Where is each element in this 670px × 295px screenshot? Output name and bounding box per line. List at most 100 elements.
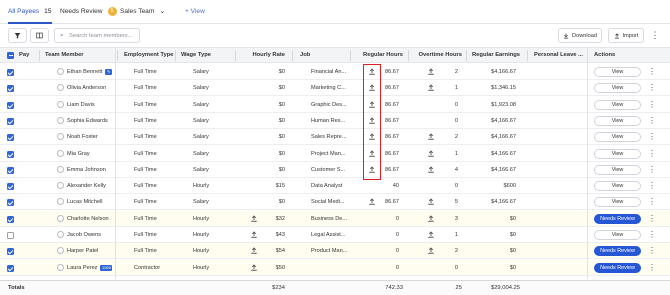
view-button[interactable]: View: [594, 132, 641, 142]
tab-all-payees[interactable]: All Payees 15: [8, 0, 52, 24]
col-personal-leave[interactable]: Personal Leave ...: [534, 48, 583, 63]
hourly-rate-cell[interactable]: $0: [236, 80, 285, 96]
more-vertical-icon[interactable]: ⋮: [648, 162, 656, 178]
download-button[interactable]: Download: [558, 28, 602, 43]
more-vertical-icon[interactable]: ⋮: [648, 146, 656, 162]
col-employment-type[interactable]: Employment Type: [124, 48, 174, 63]
more-vertical-icon[interactable]: ⋮: [648, 97, 656, 113]
team-member-name[interactable]: Alexander Kelly: [67, 178, 106, 194]
pay-checkbox[interactable]: [7, 248, 14, 255]
overtime-hours-cell[interactable]: 0: [410, 113, 458, 129]
col-pay[interactable]: Pay: [19, 48, 29, 63]
col-hourly-rate[interactable]: Hourly Rate: [236, 48, 285, 63]
overtime-hours-cell[interactable]: 1: [410, 80, 458, 96]
filter-button[interactable]: [8, 28, 27, 43]
pay-checkbox[interactable]: [7, 216, 14, 223]
needs-review-button[interactable]: Needs Review: [594, 263, 641, 273]
tab-needs-review[interactable]: Needs Review 5: [60, 0, 117, 24]
more-vertical-icon[interactable]: ⋮: [648, 113, 656, 129]
more-vertical-icon[interactable]: ⋮: [648, 28, 662, 43]
view-button[interactable]: View: [594, 100, 641, 110]
hourly-rate-cell[interactable]: $0: [236, 97, 285, 113]
more-vertical-icon[interactable]: ⋮: [648, 211, 656, 227]
col-wage-type[interactable]: Wage Type: [181, 48, 211, 63]
regular-hours-cell[interactable]: 40: [352, 178, 399, 194]
select-all-checkbox[interactable]: [7, 52, 14, 59]
pay-checkbox[interactable]: [7, 69, 14, 76]
pay-checkbox[interactable]: [7, 199, 14, 206]
overtime-hours-cell[interactable]: 0: [410, 178, 458, 194]
team-member-name[interactable]: Charlotte Nelson: [67, 211, 109, 227]
team-member-name[interactable]: Jacob Owens: [67, 227, 101, 243]
regular-hours-cell[interactable]: 0: [352, 243, 399, 259]
col-job[interactable]: Job: [300, 48, 310, 63]
view-button[interactable]: View: [594, 116, 641, 126]
view-button[interactable]: View: [594, 230, 641, 240]
needs-review-button[interactable]: Needs Review: [594, 246, 641, 256]
regular-hours-cell[interactable]: 0: [352, 211, 399, 227]
add-view-tab[interactable]: + View: [185, 0, 205, 24]
view-button[interactable]: View: [594, 83, 641, 93]
more-vertical-icon[interactable]: ⋮: [648, 80, 656, 96]
hourly-rate-cell[interactable]: $32: [236, 211, 285, 227]
more-vertical-icon[interactable]: ⋮: [648, 129, 656, 145]
col-team-member[interactable]: Team Member: [45, 48, 84, 63]
hourly-rate-cell[interactable]: $50: [236, 260, 285, 276]
overtime-hours-cell[interactable]: 2: [410, 129, 458, 145]
pay-checkbox[interactable]: [7, 85, 14, 92]
pay-checkbox[interactable]: [7, 167, 14, 174]
overtime-hours-cell[interactable]: 2: [410, 64, 458, 80]
overtime-hours-cell[interactable]: 0: [410, 260, 458, 276]
team-member-name[interactable]: Mia Gray: [67, 146, 90, 162]
team-member-name[interactable]: Liam Davis: [67, 97, 95, 113]
col-regular-hours[interactable]: Regular Hours: [352, 48, 403, 63]
overtime-hours-cell[interactable]: 1: [410, 146, 458, 162]
regular-hours-cell[interactable]: 86.67: [352, 194, 399, 210]
team-member-name[interactable]: Emma Johnson: [67, 162, 106, 178]
hourly-rate-cell[interactable]: $0: [236, 162, 285, 178]
pay-checkbox[interactable]: [7, 183, 14, 190]
team-member-name[interactable]: Olivia Anderson: [67, 80, 106, 96]
regular-hours-cell[interactable]: 0: [352, 260, 399, 276]
search-input[interactable]: [69, 30, 139, 41]
columns-button[interactable]: [30, 28, 49, 43]
team-member-name[interactable]: Lucas Mitchell: [67, 194, 102, 210]
hourly-rate-cell[interactable]: $54: [236, 243, 285, 259]
hourly-rate-cell[interactable]: $0: [236, 129, 285, 145]
team-member-name[interactable]: Ethan Bennett ✎: [67, 64, 112, 80]
view-button[interactable]: View: [594, 165, 641, 175]
pay-checkbox[interactable]: [7, 151, 14, 158]
needs-review-button[interactable]: Needs Review: [594, 214, 641, 224]
overtime-hours-cell[interactable]: 0: [410, 97, 458, 113]
hourly-rate-cell[interactable]: $15: [236, 178, 285, 194]
hourly-rate-cell[interactable]: $43: [236, 227, 285, 243]
team-member-name[interactable]: Noah Foster: [67, 129, 98, 145]
overtime-hours-cell[interactable]: 1: [410, 227, 458, 243]
hourly-rate-cell[interactable]: $0: [236, 194, 285, 210]
regular-hours-cell[interactable]: 0: [352, 227, 399, 243]
team-member-name[interactable]: Laura Perez 1099: [67, 260, 113, 276]
view-button[interactable]: View: [594, 181, 641, 191]
view-button[interactable]: View: [594, 149, 641, 159]
hourly-rate-cell[interactable]: $0: [236, 113, 285, 129]
pay-checkbox[interactable]: [7, 118, 14, 125]
team-member-name[interactable]: Sophia Edwards: [67, 113, 108, 129]
view-button[interactable]: View: [594, 67, 641, 77]
more-vertical-icon[interactable]: ⋮: [648, 227, 656, 243]
team-member-name[interactable]: Harper Patel: [67, 243, 98, 259]
overtime-hours-cell[interactable]: 5: [410, 194, 458, 210]
col-overtime-hours[interactable]: Overtime Hours: [410, 48, 463, 63]
pay-checkbox[interactable]: [7, 232, 14, 239]
more-vertical-icon[interactable]: ⋮: [648, 64, 656, 80]
pay-checkbox[interactable]: [7, 102, 14, 109]
pay-checkbox[interactable]: [7, 265, 14, 272]
hourly-rate-cell[interactable]: $0: [236, 64, 285, 80]
chevron-down-icon[interactable]: ⌄: [159, 8, 165, 15]
overtime-hours-cell[interactable]: 4: [410, 162, 458, 178]
more-vertical-icon[interactable]: ⋮: [648, 194, 656, 210]
tab-sales-team[interactable]: Sales Team ⌄: [120, 0, 165, 24]
more-vertical-icon[interactable]: ⋮: [648, 178, 656, 194]
overtime-hours-cell[interactable]: 3: [410, 211, 458, 227]
more-vertical-icon[interactable]: ⋮: [648, 243, 656, 259]
hourly-rate-cell[interactable]: $0: [236, 146, 285, 162]
